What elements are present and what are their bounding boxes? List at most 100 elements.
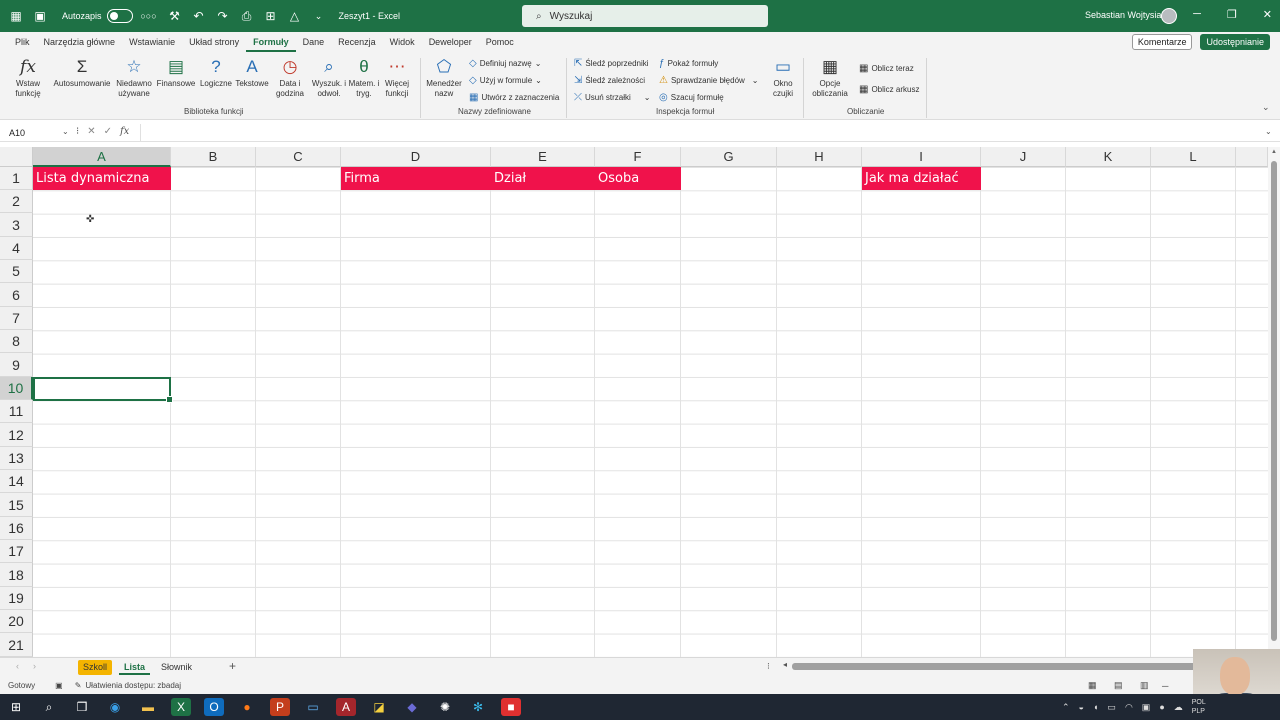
cell-a1[interactable]: Lista dynamiczna	[33, 167, 171, 190]
formula-input[interactable]	[140, 124, 1260, 142]
recent-button[interactable]: ☆ Niedawno używane	[114, 56, 154, 99]
lookup-button[interactable]: ⌕ Wyszuk. i odwoł.	[310, 56, 348, 99]
insert-function-icon[interactable]: fx	[120, 126, 129, 137]
remove-arrows-button[interactable]: ⤫ Usuń strzałki ⌄	[574, 92, 651, 103]
sticky-notes-icon[interactable]: ◪	[369, 698, 389, 716]
cell-i1[interactable]: Jak ma działać	[862, 167, 981, 190]
redo-icon[interactable]: ↷	[215, 8, 231, 24]
restore-icon[interactable]: ❐	[1227, 8, 1237, 21]
avatar[interactable]	[1161, 8, 1177, 24]
col-header-d[interactable]: D	[341, 147, 491, 167]
row-header-4[interactable]: 4	[0, 237, 33, 260]
sheet-tab-slownik[interactable]: Słownik	[156, 660, 197, 675]
vertical-scroll-thumb[interactable]	[1271, 161, 1277, 641]
share-button[interactable]: Udostępnianie	[1200, 34, 1270, 50]
col-header-i[interactable]: I	[862, 147, 981, 167]
language-indicator[interactable]: POL PLP	[1192, 698, 1206, 716]
scroll-left-icon[interactable]: ◂	[783, 660, 787, 669]
outlook-icon[interactable]: O	[204, 698, 224, 716]
print-icon[interactable]: ⎙	[239, 8, 255, 24]
save-icon[interactable]: ▣	[32, 8, 48, 24]
row-header-9[interactable]: 9	[0, 353, 33, 377]
show-formulas-button[interactable]: ƒ Pokaż formuły	[659, 58, 718, 69]
tab-review[interactable]: Recenzja	[331, 32, 383, 52]
customize-icon[interactable]: ⌄	[311, 8, 327, 24]
task-view-icon[interactable]: ❒	[72, 698, 92, 716]
kebab-icon[interactable]: ⁝	[767, 661, 770, 672]
tab-view[interactable]: Widok	[383, 32, 422, 52]
edge-icon[interactable]: ◉	[105, 698, 125, 716]
vpn-icon[interactable]: ◆	[402, 698, 422, 716]
row-header-16[interactable]: 16	[0, 517, 33, 540]
wifi-icon[interactable]: ◠	[1125, 702, 1133, 713]
macro-record-icon[interactable]: ▣	[55, 681, 63, 690]
insert-function-button[interactable]: fx Wstaw funkcję	[12, 56, 44, 99]
col-header-e[interactable]: E	[491, 147, 595, 167]
row-header-14[interactable]: 14	[0, 470, 33, 493]
col-header-l[interactable]: L	[1151, 147, 1236, 167]
define-name-button[interactable]: ◇ Definiuj nazwę ⌄	[469, 58, 541, 69]
tab-home[interactable]: Narzędzia główne	[37, 32, 123, 52]
spellcheck-icon[interactable]: ⚒	[167, 8, 183, 24]
next-sheet-icon[interactable]: ›	[33, 661, 36, 671]
excel-taskbar-icon[interactable]: X	[171, 698, 191, 716]
create-from-selection-button[interactable]: ▦ Utwórz z zaznaczenia	[469, 92, 559, 103]
calc-sheet-button[interactable]: ▦ Oblicz arkusz	[859, 84, 919, 95]
cancel-icon[interactable]: ✕	[87, 126, 95, 137]
volume-icon[interactable]: ◖	[1093, 702, 1098, 712]
active-cell-a10[interactable]	[33, 377, 173, 403]
sheet-tab-lista[interactable]: Lista	[119, 660, 151, 675]
evaluate-formula-button[interactable]: ◎ Szacuj formułę	[659, 92, 724, 103]
enter-icon[interactable]: ✓	[104, 126, 112, 137]
tab-page-layout[interactable]: Układ strony	[182, 32, 246, 52]
comments-button[interactable]: Komentarze	[1131, 34, 1193, 50]
error-checking-button[interactable]: ⚠ Sprawdzanie błędów ⌄	[659, 75, 759, 86]
trace-dependents-button[interactable]: ⇲ Śledź zależności	[574, 75, 645, 86]
more-icon[interactable]: ○○○	[140, 8, 156, 24]
cell-e1[interactable]: Dział	[494, 167, 526, 190]
row-header-13[interactable]: 13	[0, 447, 33, 470]
user-name[interactable]: Sebastian Wojtysiak	[1085, 10, 1166, 20]
row-header-6[interactable]: 6	[0, 283, 33, 307]
text-button[interactable]: A Tekstowe	[234, 56, 270, 89]
collapse-ribbon-icon[interactable]: ⌄	[1262, 102, 1270, 113]
powerpoint-icon[interactable]: P	[270, 698, 290, 716]
col-header-k[interactable]: K	[1066, 147, 1151, 167]
shapes-icon[interactable]: △	[287, 8, 303, 24]
search-icon[interactable]: ⌕	[39, 698, 59, 716]
row-header-5[interactable]: 5	[0, 260, 33, 283]
prev-sheet-icon[interactable]: ‹	[16, 661, 19, 671]
table-icon[interactable]: ⊞	[263, 8, 279, 24]
access-icon[interactable]: A	[336, 698, 356, 716]
sheet-tab-szkoll[interactable]: Szkoll	[78, 660, 113, 675]
normal-view-icon[interactable]: ▦	[1088, 680, 1097, 691]
close-icon[interactable]: ✕	[1263, 8, 1272, 21]
calc-now-button[interactable]: ▦ Oblicz teraz	[859, 63, 914, 74]
financial-button[interactable]: ▤ Finansowe	[156, 56, 196, 89]
tab-data[interactable]: Dane	[296, 32, 332, 52]
row-header-12[interactable]: 12	[0, 423, 33, 447]
vertical-scrollbar[interactable]: ▲	[1268, 147, 1280, 657]
select-all-corner[interactable]	[0, 147, 33, 167]
tab-developer[interactable]: Deweloper	[422, 32, 479, 52]
cell-area[interactable]	[33, 167, 1268, 657]
scroll-up-icon[interactable]: ▲	[1271, 149, 1277, 155]
use-in-formula-button[interactable]: ◇ Użyj w formule ⌄	[469, 75, 542, 86]
col-header-a[interactable]: A	[33, 147, 171, 167]
undo-icon[interactable]: ↶	[191, 8, 207, 24]
zoom-out-icon[interactable]: ─	[1162, 681, 1168, 691]
display-icon[interactable]: ▣	[1142, 702, 1151, 713]
tab-insert[interactable]: Wstawianie	[122, 32, 182, 52]
tab-formulas[interactable]: Formuły	[246, 32, 296, 52]
tray-app-icon[interactable]: ●	[1159, 702, 1164, 712]
autosave-toggle[interactable]	[106, 9, 133, 23]
row-header-2[interactable]: 2	[0, 190, 33, 213]
file-explorer-icon[interactable]: ▬	[138, 698, 158, 716]
battery-icon[interactable]: ▭	[1107, 702, 1116, 713]
row-header-3[interactable]: 3	[0, 213, 33, 237]
cell-f1[interactable]: Osoba	[598, 167, 639, 190]
minimize-icon[interactable]: ─	[1193, 8, 1201, 21]
col-header-m[interactable]	[1236, 147, 1268, 167]
network-icon[interactable]: ◒	[1079, 702, 1084, 712]
settings-gear-icon[interactable]: ✻	[468, 698, 488, 716]
